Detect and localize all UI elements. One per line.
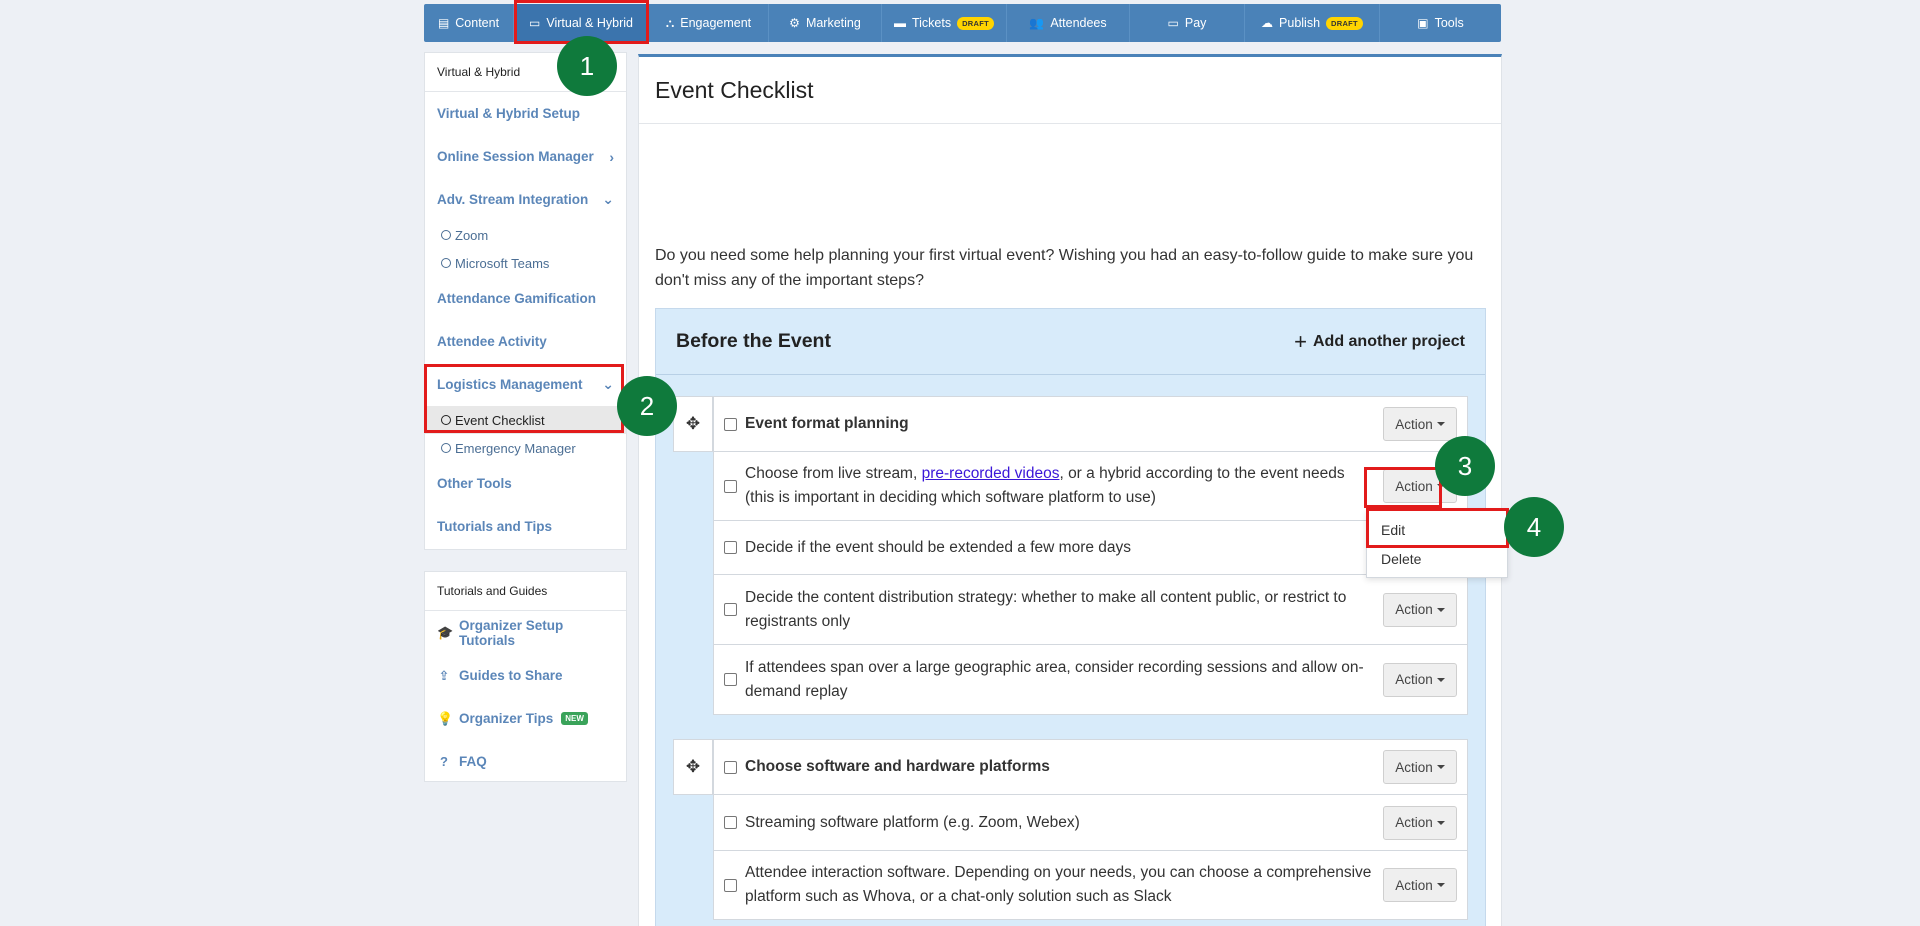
task-label: Decide if the event should be extended a…	[745, 538, 1132, 556]
nav-pay[interactable]: ▭ Pay	[1130, 4, 1245, 42]
drag-handle-icon[interactable]: ✥	[673, 396, 713, 452]
task-checkbox[interactable]	[724, 760, 737, 774]
intro-text: Do you need some help planning your firs…	[655, 247, 1474, 289]
sidebar-item-online-session[interactable]: Online Session Manager ›	[425, 135, 626, 178]
content-icon: ▤	[437, 16, 450, 30]
sidebar-item-tutorials[interactable]: Tutorials and Tips	[425, 505, 626, 548]
step-badge: 4	[1504, 497, 1564, 557]
task-label: Attendee interaction software. Depending…	[745, 864, 1372, 905]
nav-content[interactable]: ▤ Content	[424, 4, 514, 42]
draft-badge: DRAFT	[1326, 16, 1363, 30]
nav-tools[interactable]: ▣ Tools	[1380, 4, 1501, 42]
nav-attendees[interactable]: 👥 Attendees	[1007, 4, 1130, 42]
page-title: Event Checklist	[639, 57, 1501, 124]
users-icon: 👥	[1029, 16, 1045, 30]
task-checkbox[interactable]	[724, 417, 737, 431]
pre-recorded-videos-link[interactable]: pre-recorded videos	[922, 465, 1060, 482]
sidebar-subitem-teams[interactable]: Microsoft Teams	[425, 249, 626, 277]
new-badge: NEW	[561, 712, 588, 725]
task-label: If attendees span over a large geographi…	[745, 658, 1364, 700]
action-button[interactable]: Action	[1383, 407, 1457, 441]
cloud-upload-icon: ☁	[1261, 16, 1274, 30]
task-checkbox[interactable]	[724, 479, 737, 493]
drag-handle-icon[interactable]: ✥	[673, 739, 713, 795]
project-header: Before the Event + Add another project	[656, 309, 1485, 375]
task-row: Decide the content distribution strategy…	[713, 574, 1468, 645]
guide-item-tips[interactable]: 💡 Organizer Tips NEW	[425, 697, 626, 740]
task-row: If attendees span over a large geographi…	[713, 644, 1468, 715]
chevron-right-icon: ›	[609, 148, 614, 165]
task-label: Event format planning	[745, 415, 909, 432]
guide-item-faq[interactable]: ? FAQ	[425, 740, 626, 783]
nav-publish[interactable]: ☁ Publish DRAFT	[1245, 4, 1380, 42]
task-row: Attendee interaction software. Depending…	[713, 850, 1468, 920]
sidebar-subitem-emergency[interactable]: Emergency Manager	[425, 434, 626, 462]
nav-engagement[interactable]: ⛬ Engagement	[649, 4, 769, 42]
card-icon: ▭	[1167, 16, 1179, 30]
sidebar-guides: Tutorials and Guides 🎓 Organizer Setup Tu…	[424, 571, 627, 782]
caret-down-icon	[1436, 677, 1445, 682]
sidebar-item-gamification[interactable]: Attendance Gamification	[425, 277, 626, 320]
caret-down-icon	[1436, 422, 1445, 426]
sidebar-virtual-hybrid: Virtual & Hybrid Virtual & Hybrid Setup …	[424, 52, 627, 550]
guide-item-share[interactable]: ⇪ Guides to Share	[425, 654, 626, 697]
caret-down-icon	[1436, 607, 1445, 612]
caret-down-icon	[1436, 883, 1445, 887]
task-checkbox[interactable]	[724, 603, 737, 616]
task-checkbox[interactable]	[724, 878, 737, 892]
task-row: Choose from live stream, pre-recorded vi…	[713, 451, 1468, 521]
action-button[interactable]: Action	[1383, 868, 1457, 902]
nav-marketing[interactable]: ⚙ Marketing	[769, 4, 882, 42]
guides-heading: Tutorials and Guides	[425, 572, 626, 611]
sidebar-item-activity[interactable]: Attendee Activity	[425, 320, 626, 363]
task-label: Decide the content distribution strategy…	[745, 588, 1347, 630]
task-checkbox[interactable]	[724, 816, 737, 829]
circle-icon	[441, 258, 451, 268]
highlight-box	[1366, 508, 1509, 548]
circle-icon	[441, 443, 451, 453]
plus-icon: +	[1294, 328, 1307, 354]
marketing-icon: ⚙	[789, 16, 800, 30]
project-before-event: Before the Event + Add another project ✥ …	[655, 308, 1486, 926]
ticket-icon: ▬	[893, 16, 906, 30]
sidebar-subitem-zoom[interactable]: Zoom	[425, 221, 626, 249]
step-badge: 3	[1435, 436, 1495, 496]
task-label: Streaming software platform (e.g. Zoom, …	[745, 813, 1080, 831]
action-button[interactable]: Action	[1383, 805, 1457, 840]
action-button[interactable]: Action	[1383, 592, 1457, 627]
sidebar-item-setup[interactable]: Virtual & Hybrid Setup	[425, 92, 626, 135]
task-checkbox[interactable]	[724, 673, 737, 686]
guide-item-setup-tutorials[interactable]: 🎓 Organizer Setup Tutorials	[425, 611, 626, 654]
chevron-down-icon: ⌄	[602, 191, 614, 207]
caret-down-icon	[1436, 765, 1445, 769]
task-checkbox[interactable]	[724, 541, 737, 554]
question-circle-icon: ?	[440, 754, 448, 769]
action-button[interactable]: Action	[1383, 750, 1457, 784]
graduation-cap-icon: 🎓	[437, 624, 454, 640]
task-label: Choose from live stream, pre-recorded vi…	[745, 465, 1345, 506]
action-button[interactable]: Action	[1383, 662, 1457, 697]
project-title: Before the Event	[676, 330, 831, 352]
caret-down-icon	[1436, 820, 1445, 825]
task-label: Choose software and hardware platforms	[745, 758, 1050, 775]
step-badge: 1	[557, 36, 617, 96]
task-row: Streaming software platform (e.g. Zoom, …	[713, 794, 1468, 851]
draft-badge: DRAFT	[957, 16, 995, 30]
share-icon: ⇪	[438, 667, 450, 683]
circle-icon	[441, 230, 451, 240]
task-row: Decide if the event should be extended a…	[713, 520, 1468, 575]
sidebar-item-adv-stream[interactable]: Adv. Stream Integration ⌄	[425, 178, 626, 221]
sidebar-item-other-tools[interactable]: Other Tools	[425, 462, 626, 505]
task-row: Event format planning Action	[713, 396, 1468, 452]
task-row: Choose software and hardware platforms A…	[713, 739, 1468, 795]
highlight-box	[1364, 467, 1442, 508]
add-project-button[interactable]: + Add another project	[1294, 328, 1465, 354]
dropdown-delete[interactable]: Delete	[1367, 544, 1507, 573]
network-icon: ⛬	[665, 16, 675, 30]
lightbulb-icon: 💡	[437, 710, 454, 726]
step-badge: 2	[617, 376, 677, 436]
nav-tickets[interactable]: ▬ Tickets DRAFT	[882, 4, 1007, 42]
toolbox-icon: ▣	[1417, 16, 1429, 30]
highlight-box	[424, 364, 624, 433]
